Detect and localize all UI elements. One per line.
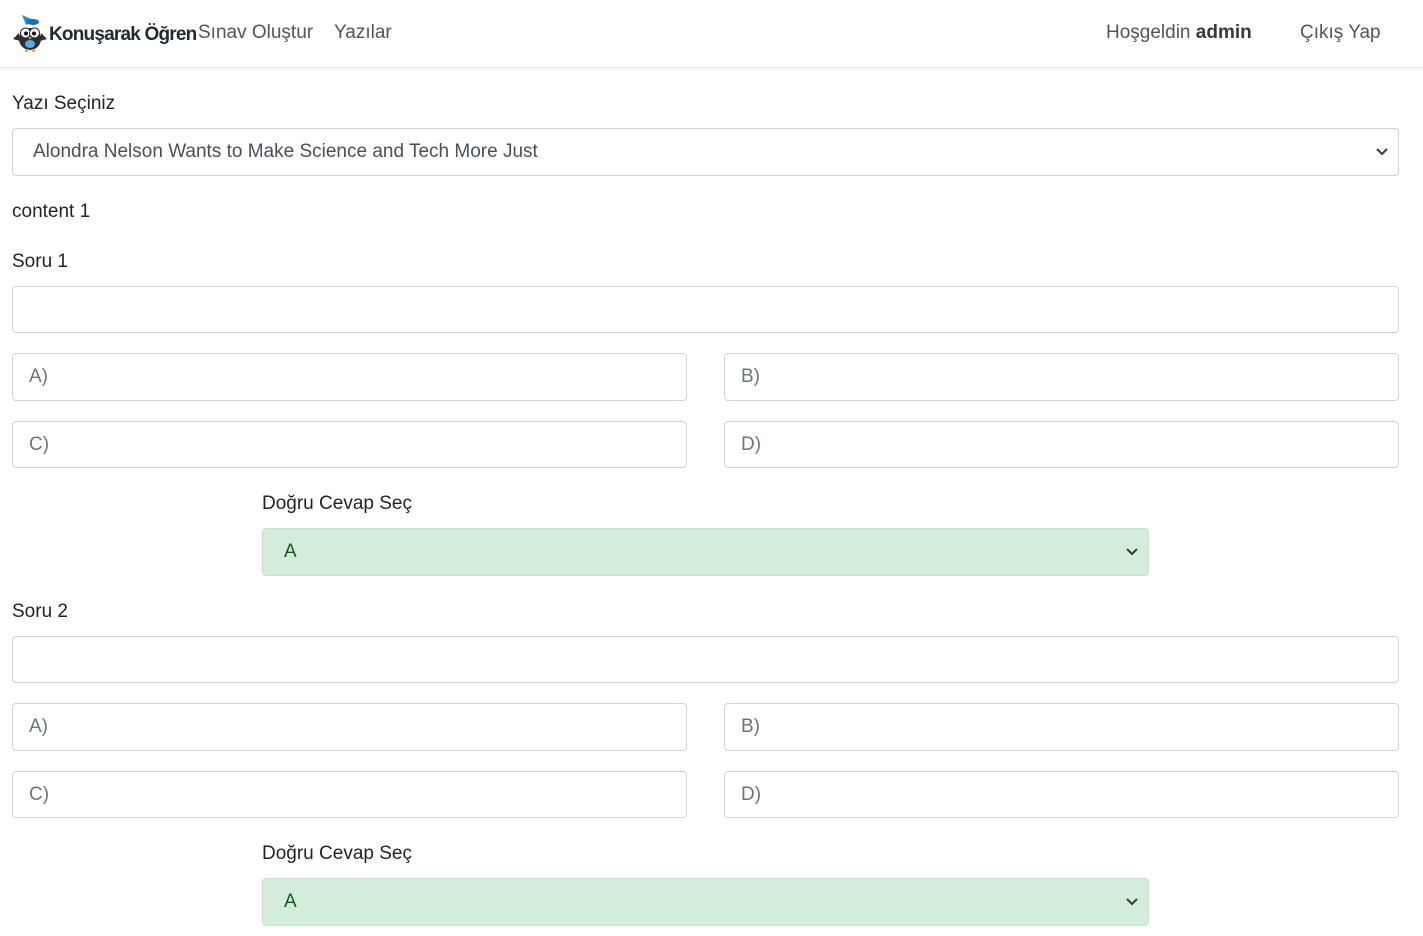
chevron-down-icon: [1126, 548, 1138, 556]
question-2-answer-select[interactable]: A: [262, 878, 1149, 926]
article-select[interactable]: Alondra Nelson Wants to Make Science and…: [12, 128, 1399, 176]
option-d-placeholder: D): [741, 783, 762, 805]
question-1-option-d-input[interactable]: D): [724, 421, 1399, 468]
content-text: content 1: [12, 201, 91, 222]
question-1-option-b-input[interactable]: B): [724, 353, 1399, 401]
owl-logo-icon: [13, 15, 47, 52]
option-a-placeholder: A): [29, 366, 48, 387]
question-2-answer-value: A: [284, 891, 297, 912]
question-2-answer-label: Doğru Cevap Seç: [262, 843, 412, 864]
question-1-option-c-input[interactable]: C): [12, 421, 687, 468]
article-select-label: Yazı Seçiniz: [12, 93, 116, 114]
navbar: Konuşarak Öğren Sınav Oluştur Yazılar Ho…: [0, 0, 1423, 68]
question-2-label: Soru 2: [12, 601, 68, 622]
option-c-placeholder: C): [29, 433, 50, 455]
question-1-answer-select[interactable]: A: [262, 528, 1149, 576]
chevron-down-icon: [1376, 148, 1388, 156]
question-2-option-a-input[interactable]: A): [12, 703, 687, 751]
question-1-option-a-input[interactable]: A): [12, 353, 687, 401]
question-1-label: Soru 1: [12, 251, 68, 272]
logout-link[interactable]: Çıkış Yap: [1300, 22, 1381, 44]
greeting: Hoşgeldin admin: [1106, 22, 1252, 44]
question-2-option-c-input[interactable]: C): [12, 771, 687, 818]
option-c-placeholder: C): [29, 783, 50, 805]
question-1-answer-value: A: [284, 541, 297, 562]
question-1-input[interactable]: [12, 286, 1399, 333]
username: admin: [1195, 22, 1252, 43]
nav-link-create-exam[interactable]: Sınav Oluştur: [198, 22, 313, 44]
question-2-option-b-input[interactable]: B): [724, 703, 1399, 751]
nav-link-articles[interactable]: Yazılar: [334, 22, 392, 44]
option-d-placeholder: D): [741, 433, 762, 455]
option-b-placeholder: B): [741, 716, 760, 737]
article-select-value: Alondra Nelson Wants to Make Science and…: [33, 141, 538, 162]
chevron-down-icon: [1126, 898, 1138, 906]
greeting-text: Hoşgeldin: [1106, 22, 1191, 43]
question-1-answer-label: Doğru Cevap Seç: [262, 493, 412, 514]
question-2-option-d-input[interactable]: D): [724, 771, 1399, 818]
option-a-placeholder: A): [29, 716, 48, 737]
question-2-input[interactable]: [12, 636, 1399, 683]
option-b-placeholder: B): [741, 366, 760, 387]
brand-logo[interactable]: Konuşarak Öğren: [12, 12, 197, 54]
brand-name: Konuşarak Öğren: [49, 23, 197, 45]
